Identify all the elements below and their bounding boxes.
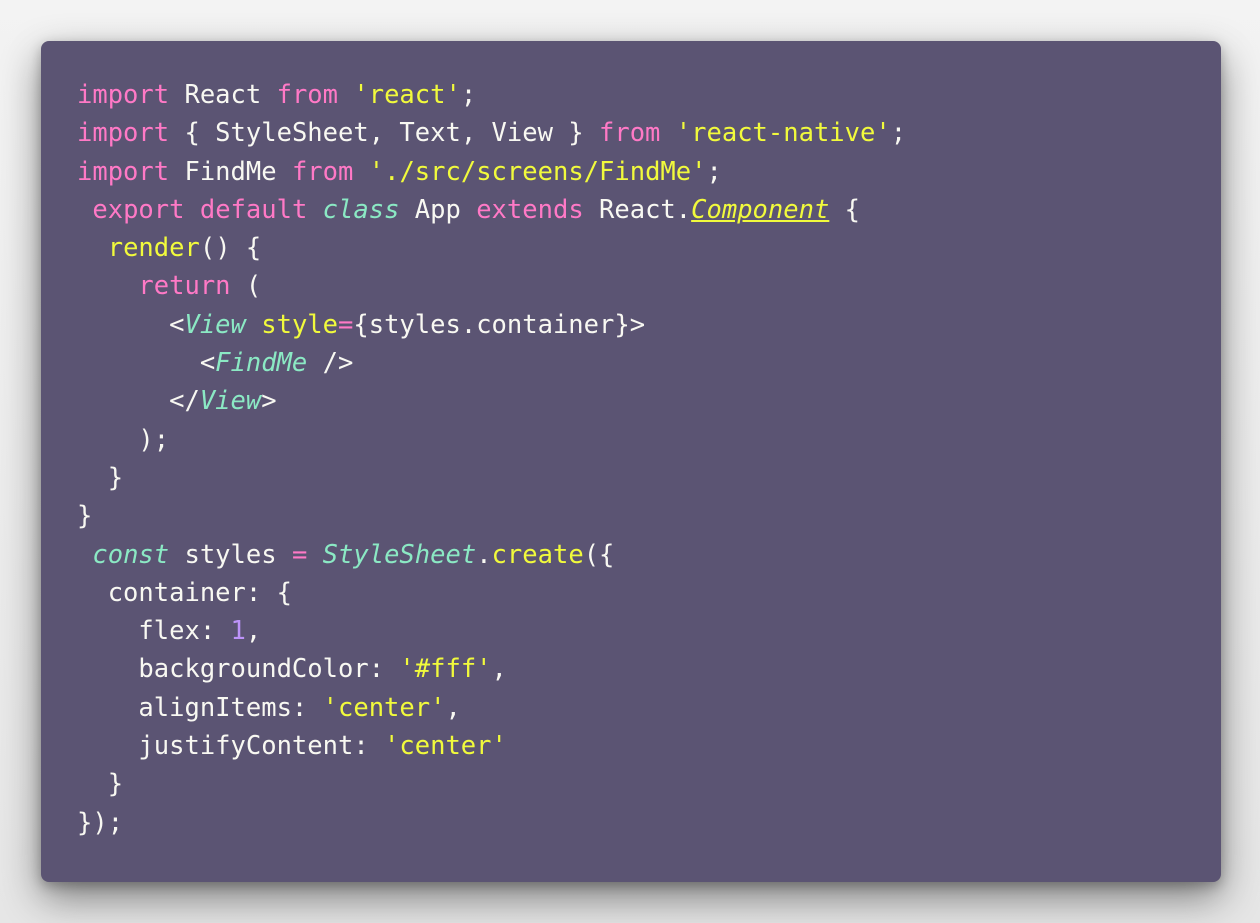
code-token-plain: backgroundColor: [77, 654, 400, 685]
code-token-string: 'react' [353, 80, 461, 110]
code-token-plain: { StyleSheet, Text, View } [169, 118, 599, 149]
code-line: import { StyleSheet, Text, View } from '… [77, 114, 906, 152]
code-token-keyword: export [92, 194, 185, 225]
code-token-keyword: import [77, 156, 170, 187]
code-token-plain: ; [460, 80, 477, 110]
code-token-type: FindMe [215, 348, 308, 379]
code-line: <FindMe /> [77, 344, 906, 382]
code-snippet-window: import React from 'react'; import { Style… [41, 41, 1221, 882]
code-token-keyword: from [599, 118, 661, 149]
code-token-type: View [184, 309, 246, 340]
code-line: render() { [77, 229, 906, 267]
code-token-plain: > [261, 386, 277, 417]
code-token-plain: , [245, 616, 262, 647]
code-token-plain: . [476, 539, 492, 570]
code-token-plain: justifyContent: [77, 731, 385, 762]
code-token-plain: React [169, 80, 277, 110]
code-line: } [77, 497, 906, 535]
code-token-keyword: import [77, 80, 170, 110]
code-token-keyword: = [291, 539, 308, 570]
code-line: import FindMe from './src/screens/FindMe… [77, 153, 906, 191]
code-token-plain: /> [307, 348, 354, 379]
code-token-plain: App [399, 194, 477, 225]
code-token-plain: ); [77, 424, 170, 455]
code-token-plain: alignItems: [77, 692, 323, 723]
code-token-string: 'center' [384, 731, 507, 762]
code-block: import React from 'react'; import { Style… [77, 76, 906, 842]
code-token-keyword: from [291, 156, 354, 187]
code-token-plain: {styles.container}> [353, 309, 646, 340]
code-line: container: { [77, 574, 906, 612]
code-token-func: style [261, 309, 339, 340]
code-token-plain: , [445, 692, 461, 723]
code-token-type-u: Component [691, 194, 830, 225]
code-token-plain: < [77, 348, 216, 379]
code-token-string: './src/screens/FindMe' [368, 156, 707, 187]
code-token-keyword: from [276, 80, 339, 110]
code-token-plain: styles [169, 539, 292, 570]
code-line: </View> [77, 382, 906, 420]
code-token-type: StyleSheet [322, 539, 477, 570]
code-token-plain: ; [706, 156, 722, 187]
code-line: <View style={styles.container}> [77, 306, 906, 344]
code-token-string: 'center' [322, 692, 446, 723]
code-line: alignItems: 'center', [77, 689, 906, 727]
code-token-type: View [199, 386, 262, 417]
code-token-type: const [92, 539, 170, 570]
code-token-func: create [491, 539, 584, 570]
code-token-plain: } [77, 769, 124, 800]
code-token-func: render [107, 233, 200, 264]
code-line: } [77, 459, 906, 497]
code-line: } [77, 765, 906, 803]
code-token-string: 'react-native' [675, 118, 891, 149]
code-token-type: class [322, 194, 400, 225]
code-token-keyword: = [338, 309, 354, 340]
code-line: ); [77, 421, 906, 459]
code-line: flex: 1, [77, 612, 906, 650]
code-token-plain: , [491, 654, 507, 685]
code-token-keyword: default [199, 194, 308, 225]
code-token-number: 1 [230, 616, 246, 647]
code-line: return ( [77, 267, 906, 305]
code-token-plain: </ [77, 386, 200, 417]
code-token-plain: } [77, 462, 124, 493]
code-token-keyword: import [77, 118, 170, 149]
code-token-plain: () { [199, 233, 262, 264]
code-token-plain: FindMe [169, 156, 292, 187]
code-token-plain: }); [77, 807, 124, 838]
code-token-string: '#fff' [399, 654, 492, 685]
code-token-plain: < [77, 309, 185, 340]
code-token-plain: flex: [77, 616, 231, 647]
code-token-plain: ({ [583, 539, 615, 570]
code-token-plain: ; [890, 118, 907, 149]
code-token-plain: { [829, 194, 861, 225]
code-token-plain: container: { [77, 577, 292, 608]
code-token-plain: React. [583, 194, 692, 225]
code-line: import React from 'react'; [77, 76, 906, 114]
code-token-keyword: return [138, 271, 231, 302]
code-token-plain: ( [230, 271, 262, 302]
code-line: const styles = StyleSheet.create({ [77, 536, 906, 574]
code-line: justifyContent: 'center' [77, 727, 906, 765]
code-token-plain: } [77, 501, 93, 532]
code-token-keyword: extends [476, 194, 584, 225]
code-line: }); [77, 804, 906, 842]
code-line: export default class App extends React.C… [77, 191, 906, 229]
code-line: backgroundColor: '#fff', [77, 650, 906, 688]
